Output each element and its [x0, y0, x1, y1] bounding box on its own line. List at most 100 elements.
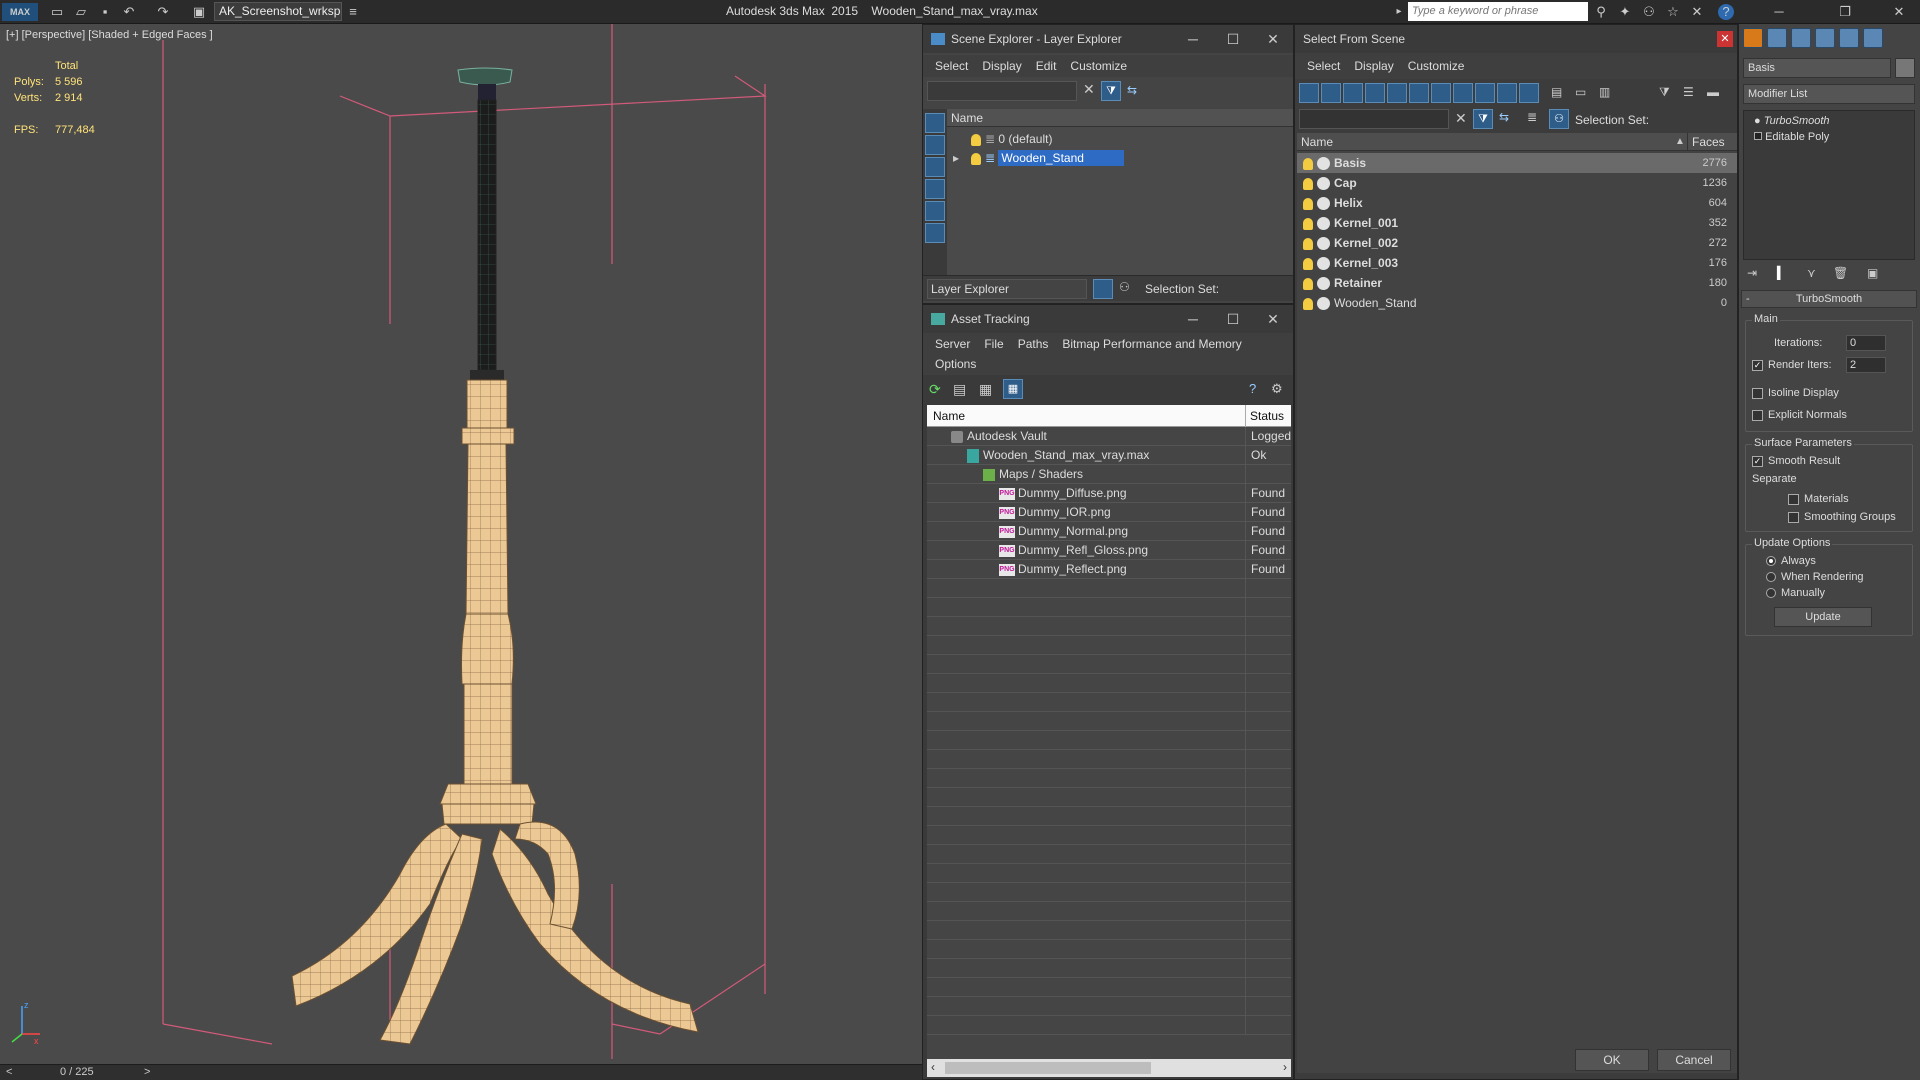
visibility-bulb-icon[interactable]	[971, 133, 981, 146]
modifier-stack[interactable]: ● TurboSmooth Editable Poly	[1743, 110, 1915, 260]
asset-row[interactable]: Autodesk Vault Logged	[927, 427, 1291, 446]
open-file-icon[interactable]: ▱	[72, 3, 90, 21]
search-arrow-icon[interactable]: ▸	[1390, 3, 1408, 21]
layer-row-wooden-stand[interactable]: ≣ Wooden_Stand	[971, 149, 1124, 167]
explicit-normals-row[interactable]: Explicit Normals	[1752, 409, 1847, 421]
close-icon[interactable]: ✕	[1253, 25, 1293, 53]
new-file-icon[interactable]: ▭	[48, 3, 66, 21]
filter-cameras-icon[interactable]	[1365, 83, 1385, 103]
filter-containers-icon[interactable]	[1497, 83, 1517, 103]
sync-icon[interactable]: ⇆	[1499, 110, 1509, 124]
select-invert-icon[interactable]: ▥	[1599, 85, 1610, 99]
display-geometry-icon[interactable]	[925, 113, 945, 133]
minimize-icon[interactable]: ─	[1770, 3, 1788, 21]
select-search-input[interactable]	[1299, 109, 1449, 129]
always-row[interactable]: Always	[1766, 555, 1816, 567]
object-row[interactable]: Kernel_001 352	[1297, 213, 1737, 233]
scene-explorer-window[interactable]: Scene Explorer - Layer Explorer ─ ☐ ✕ Se…	[922, 24, 1294, 304]
object-row[interactable]: Cap 1236	[1297, 173, 1737, 193]
tools-icon[interactable]: ✦	[1616, 3, 1634, 21]
project-icon[interactable]: ▣	[190, 3, 208, 21]
manually-radio[interactable]	[1766, 588, 1776, 599]
save-icon[interactable]: ▪	[96, 3, 114, 21]
manually-row[interactable]: Manually	[1766, 587, 1825, 599]
col-name[interactable]: Name	[1301, 133, 1333, 151]
materials-checkbox[interactable]	[1788, 493, 1799, 505]
col-name[interactable]: Name	[933, 405, 965, 427]
filter-icon[interactable]: ⧩	[1473, 109, 1493, 129]
asset-row[interactable]: PNG Dummy_Refl_Gloss.png Found	[927, 541, 1291, 560]
object-row[interactable]: Basis 2776	[1297, 153, 1737, 173]
filter-shapes-icon[interactable]	[1321, 83, 1341, 103]
visibility-bulb-icon[interactable]	[1303, 177, 1313, 190]
always-radio[interactable]	[1766, 556, 1776, 567]
display-spacewarps-icon[interactable]	[925, 223, 945, 243]
asset-row[interactable]: Wooden_Stand_max_vray.max Ok	[927, 446, 1291, 465]
filter-groups-icon[interactable]	[1431, 83, 1451, 103]
motion-tab-icon[interactable]	[1815, 28, 1835, 48]
display-cameras-icon[interactable]	[925, 179, 945, 199]
turbosmooth-rollout-header[interactable]: - TurboSmooth	[1741, 290, 1917, 308]
exchange-icon[interactable]: ✕	[1688, 3, 1706, 21]
filter-geometry-icon[interactable]	[1299, 83, 1319, 103]
time-next-button[interactable]: >	[144, 1066, 150, 1078]
workspace-dropdown[interactable]: AK_Screenshot_wrksp	[214, 2, 342, 21]
close-icon[interactable]: ✕	[1717, 31, 1733, 47]
utilities-tab-icon[interactable]	[1863, 28, 1883, 48]
modifier-list-dropdown[interactable]: Modifier List	[1743, 84, 1915, 104]
smoothing-groups-row[interactable]: Smoothing Groups	[1788, 511, 1896, 523]
minimize-icon[interactable]: ─	[1173, 305, 1213, 333]
asset-row[interactable]: Maps / Shaders	[927, 465, 1291, 484]
isoline-row[interactable]: Isoline Display	[1752, 387, 1839, 399]
scroll-left-icon[interactable]: ‹	[931, 1060, 935, 1074]
select-from-scene-window[interactable]: Select From Scene ✕ Select Display Custo…	[1294, 24, 1738, 1080]
menu-display[interactable]: Display	[982, 55, 1021, 77]
display-tab-icon[interactable]	[1839, 28, 1859, 48]
pin-stack-icon[interactable]: ⇥	[1747, 266, 1757, 280]
layer-row-default[interactable]: ≣ 0 (default)	[971, 131, 1052, 147]
make-unique-icon[interactable]: ⋎	[1807, 266, 1816, 280]
perspective-viewport[interactable]: [+] [Perspective] [Shaded + Edged Faces …	[0, 24, 922, 1064]
list-icon[interactable]: ▤	[953, 381, 966, 398]
asset-row[interactable]: PNG Dummy_Reflect.png Found	[927, 560, 1291, 579]
hierarchy-icon[interactable]: ⚇	[1549, 109, 1569, 129]
object-row[interactable]: Kernel_003 176	[1297, 253, 1737, 273]
update-button[interactable]: Update	[1774, 607, 1872, 627]
visibility-bulb-icon[interactable]	[1303, 217, 1313, 230]
expand-arrow-icon[interactable]: ▸	[953, 151, 959, 165]
table-view-icon[interactable]: ▦	[1003, 379, 1023, 399]
layer-column-header[interactable]: Name	[947, 109, 1293, 127]
asset-grid[interactable]: Name Status Autodesk Vault Logged Wooden_S…	[927, 405, 1291, 1059]
layer-icon[interactable]: ≣	[1527, 110, 1537, 124]
restore-icon[interactable]: ❐	[1836, 3, 1854, 21]
asset-row[interactable]: PNG Dummy_Diffuse.png Found	[927, 484, 1291, 503]
display-lights-icon[interactable]	[925, 157, 945, 177]
filter-helpers-icon[interactable]	[1387, 83, 1407, 103]
menu-bitmap[interactable]: Bitmap Performance and Memory	[1062, 333, 1241, 355]
ok-button[interactable]: OK	[1575, 1049, 1649, 1071]
visibility-bulb-icon[interactable]	[1303, 237, 1313, 250]
object-row[interactable]: Helix 604	[1297, 193, 1737, 213]
help-icon[interactable]: ?	[1249, 381, 1256, 396]
rollout-collapse-icon[interactable]: -	[1746, 291, 1750, 307]
filter-xrefs-icon[interactable]	[1453, 83, 1473, 103]
scrollbar-thumb[interactable]	[945, 1062, 1151, 1074]
object-row[interactable]: Retainer 180	[1297, 273, 1737, 293]
menu-paths[interactable]: Paths	[1018, 333, 1049, 355]
sync-selection-icon[interactable]: ⇆	[1127, 83, 1143, 99]
workspace-menu-icon[interactable]: ≡	[344, 3, 362, 21]
scene-explorer-search-input[interactable]	[927, 81, 1077, 101]
object-row[interactable]: Kernel_002 272	[1297, 233, 1737, 253]
thumbnail-icon[interactable]: ▦	[979, 381, 992, 398]
menu-select[interactable]: Select	[1307, 53, 1340, 79]
smoothing-groups-checkbox[interactable]	[1788, 511, 1799, 523]
search-input[interactable]: Type a keyword or phrase	[1408, 2, 1588, 21]
explorer-type-dropdown[interactable]: Layer Explorer	[927, 279, 1087, 299]
lightbulb-icon[interactable]: ●	[1754, 115, 1761, 127]
filter-funnel-icon[interactable]: ⧩	[1659, 85, 1670, 100]
col-status[interactable]: Status	[1245, 405, 1284, 427]
materials-row[interactable]: Materials	[1788, 493, 1849, 505]
display-helpers-icon[interactable]	[925, 201, 945, 221]
cancel-button[interactable]: Cancel	[1657, 1049, 1731, 1071]
redo-icon[interactable]: ↷	[154, 3, 172, 21]
